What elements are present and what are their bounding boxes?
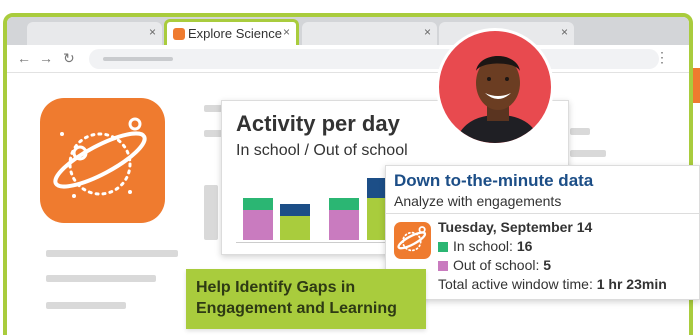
data-card-title: Down to-the-minute data	[394, 171, 594, 190]
skeleton-line	[46, 275, 156, 282]
tab-favicon-icon	[173, 28, 185, 40]
user-avatar	[436, 28, 554, 146]
total-value: 1 hr 23min	[596, 276, 667, 292]
total-label: Total active window time:	[438, 276, 597, 292]
session-date: Tuesday, September 14	[438, 219, 593, 235]
data-card-subtitle: Analyze with engagements	[394, 193, 562, 209]
forward-arrow-icon[interactable]: →	[39, 50, 53, 66]
chart-bar-segment	[280, 204, 310, 216]
skeleton-line	[46, 250, 178, 257]
chart-bar	[243, 198, 273, 240]
in-school-row: In school: 16	[438, 238, 532, 254]
chart-bar-segment	[243, 198, 273, 210]
close-icon[interactable]: ×	[561, 25, 568, 39]
callout-line-2: Engagement and Learning	[196, 300, 397, 317]
skeleton-block	[204, 185, 218, 240]
callout-line-1: Help Identify Gaps in	[196, 279, 356, 296]
out-school-label: Out of school:	[453, 257, 544, 273]
close-icon[interactable]: ×	[149, 25, 156, 39]
tab-strip: × Explore Science × × ×	[7, 17, 689, 46]
planet-logo-icon	[394, 222, 431, 259]
out-school-swatch	[438, 261, 448, 271]
skeleton-line	[570, 150, 606, 157]
kebab-menu-icon[interactable]: ⋮	[655, 49, 669, 66]
chart-baseline	[236, 242, 391, 243]
tab-explore-science[interactable]: Explore Science ×	[164, 19, 299, 46]
address-bar[interactable]	[89, 49, 659, 69]
in-school-value: 16	[516, 238, 533, 254]
chart-bar	[280, 204, 310, 240]
close-icon[interactable]: ×	[283, 25, 290, 39]
out-school-row: Out of school: 5	[438, 257, 551, 273]
address-placeholder-line	[103, 57, 173, 61]
in-school-label: In school:	[453, 238, 517, 254]
chart-bar-segment	[329, 210, 359, 240]
back-arrow-icon[interactable]: ←	[17, 50, 31, 66]
reload-icon[interactable]: ↻	[63, 50, 75, 67]
data-card: Down to-the-minute data Analyze with eng…	[385, 165, 700, 300]
close-icon[interactable]: ×	[424, 25, 431, 39]
browser-toolbar: ← → ↻ ⋮	[7, 45, 689, 73]
activity-subtitle: In school / Out of school	[236, 142, 408, 159]
chart-bar-segment	[329, 198, 359, 210]
tab-blank-2[interactable]: ×	[302, 22, 437, 45]
chart-bar	[329, 198, 359, 240]
engagement-callout: Help Identify Gaps in Engagement and Lea…	[186, 269, 426, 329]
divider	[386, 213, 699, 214]
tab-blank-1[interactable]: ×	[27, 22, 162, 45]
in-school-swatch	[438, 242, 448, 252]
planet-logo-icon	[40, 98, 165, 223]
chart-bar-segment	[280, 216, 310, 240]
chart-bar-segment	[243, 210, 273, 240]
skeleton-line	[46, 302, 126, 309]
out-school-value: 5	[543, 257, 552, 273]
tab-label: Explore Science	[188, 26, 282, 41]
skeleton-line	[570, 128, 590, 135]
activity-title: Activity per day	[236, 111, 400, 136]
total-row: Total active window time: 1 hr 23min	[438, 276, 667, 292]
